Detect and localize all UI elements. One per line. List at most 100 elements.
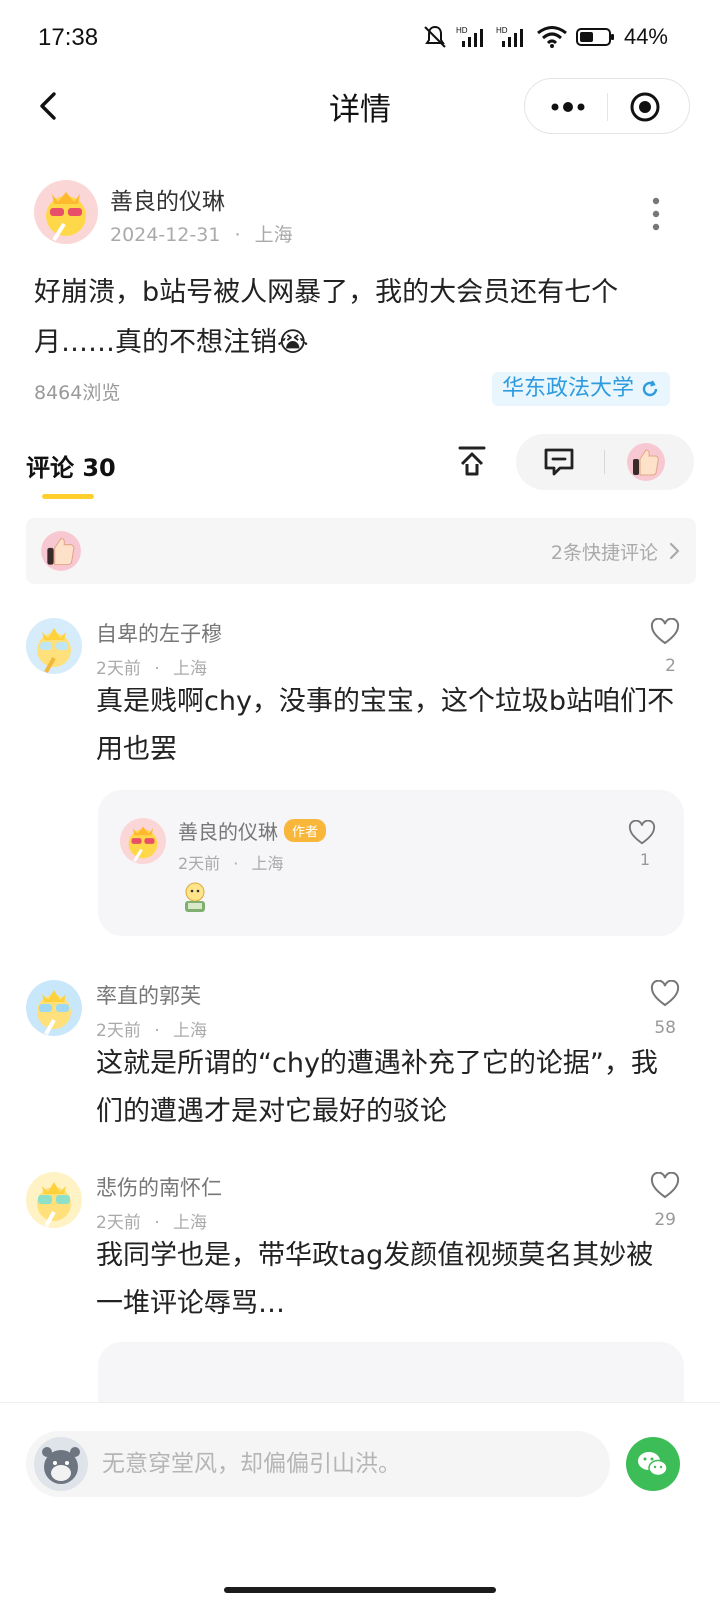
signal-icon: HD bbox=[456, 26, 483, 47]
share-button[interactable] bbox=[456, 444, 488, 478]
reply-like-button[interactable] bbox=[628, 819, 656, 846]
comment-item: 悲伤的南怀仁 2天前 · 上海 29 我同学也是，带华政tag发颜值视频莫名其妙… bbox=[0, 1171, 720, 1422]
avatar-icon bbox=[34, 1437, 88, 1491]
comment-meta: 2天前 · 上海 bbox=[96, 654, 207, 679]
commenter-name[interactable]: 自卑的左子穆 bbox=[96, 618, 222, 648]
action-pill bbox=[516, 434, 694, 490]
reply-location: 上海 bbox=[251, 854, 284, 873]
comment-bubble-icon bbox=[544, 448, 574, 476]
battery-percent: 44% bbox=[623, 24, 668, 49]
share-up-icon bbox=[458, 446, 486, 476]
commenter-avatar[interactable] bbox=[26, 1172, 82, 1228]
wifi-icon bbox=[537, 26, 567, 48]
comment-item: 率直的郭芙 2天前 · 上海 58 这就是所谓的“chy的遭遇补充了它的论据”，… bbox=[0, 979, 720, 1150]
like-post-button[interactable] bbox=[626, 442, 666, 482]
replier-name[interactable]: 善良的仪琳 bbox=[178, 816, 278, 845]
more-dots-icon bbox=[551, 102, 585, 112]
like-count: 58 bbox=[654, 1018, 676, 1038]
like-button[interactable] bbox=[650, 617, 680, 646]
author-badge: 作者 bbox=[284, 819, 327, 842]
wechat-share-button[interactable] bbox=[626, 1437, 680, 1491]
svg-text:HD: HD bbox=[496, 26, 508, 35]
reply-box: 善良的仪琳 作者 2天前 · 上海 1 bbox=[98, 790, 684, 936]
comment-time: 2天前 bbox=[96, 659, 141, 679]
commenter-name[interactable]: 率直的郭芙 bbox=[96, 980, 201, 1010]
my-avatar bbox=[34, 1437, 88, 1491]
avatar-icon bbox=[120, 818, 166, 864]
like-button[interactable] bbox=[650, 1171, 680, 1200]
comment-location: 上海 bbox=[173, 1213, 208, 1233]
vertical-dots-icon bbox=[652, 197, 660, 231]
school-tag[interactable]: 华东政法大学 bbox=[491, 372, 670, 406]
post-date: 2024-12-31 bbox=[110, 224, 221, 246]
replier-avatar[interactable] bbox=[120, 818, 166, 864]
like-button[interactable] bbox=[650, 979, 680, 1008]
comment-input-wrap bbox=[26, 1431, 610, 1497]
reply-time: 2天前 bbox=[178, 854, 221, 873]
heart-icon bbox=[628, 819, 656, 845]
post-meta: 2024-12-31 · 上海 bbox=[110, 220, 293, 247]
quick-comments-label: 2条快捷评论 bbox=[550, 542, 658, 564]
meta-separator: · bbox=[154, 1021, 160, 1041]
avatar-icon bbox=[26, 980, 82, 1036]
commenter-name[interactable]: 悲伤的南怀仁 bbox=[96, 1172, 222, 1202]
refresh-icon bbox=[642, 380, 658, 397]
post-author-name[interactable]: 善良的仪琳 bbox=[110, 182, 225, 216]
comment-location: 上海 bbox=[173, 1021, 208, 1041]
reply-like-count: 1 bbox=[639, 850, 650, 869]
comment-meta: 2天前 · 上海 bbox=[96, 1208, 207, 1233]
capsule-divider bbox=[607, 93, 608, 121]
svg-text:HD: HD bbox=[456, 26, 468, 35]
write-comment-button[interactable] bbox=[542, 446, 576, 478]
post-menu-button[interactable] bbox=[648, 196, 664, 232]
nav-bar: 详情 bbox=[0, 78, 720, 134]
signal-icon: HD bbox=[496, 26, 523, 47]
like-count: 29 bbox=[654, 1210, 676, 1230]
comment-body: 我同学也是，带华政tag发颜值视频莫名其妙被一堆评论辱骂… bbox=[96, 1240, 654, 1319]
home-indicator[interactable] bbox=[224, 1587, 496, 1593]
quick-comments-bar[interactable]: 2条快捷评论 bbox=[26, 518, 696, 584]
commenter-avatar[interactable] bbox=[26, 618, 82, 674]
comment-time: 2天前 bbox=[96, 1021, 141, 1041]
replier-name-row: 善良的仪琳 作者 bbox=[178, 816, 327, 845]
heart-icon bbox=[650, 979, 680, 1007]
post-views: 8464浏览 bbox=[34, 382, 121, 404]
comments-tab[interactable]: 评论 30 bbox=[26, 448, 116, 483]
heart-icon bbox=[650, 617, 680, 645]
mini-program-capsule bbox=[524, 78, 690, 134]
chevron-right-icon bbox=[668, 540, 682, 562]
avatar-icon bbox=[34, 180, 98, 244]
status-time: 17:38 bbox=[38, 24, 99, 51]
close-button[interactable] bbox=[629, 91, 661, 123]
avatar-icon bbox=[26, 618, 82, 674]
tab-indicator bbox=[42, 494, 94, 499]
post-body: 好崩溃，b站号被人网暴了，我的大会员还有七个月……真的不想注销😭 bbox=[34, 277, 619, 358]
sticker-icon bbox=[178, 880, 212, 914]
thumbs-up-icon bbox=[627, 443, 665, 481]
bottom-input-bar bbox=[0, 1402, 720, 1600]
more-button[interactable] bbox=[543, 91, 593, 123]
school-tag-label: 华东政法大学 bbox=[501, 376, 634, 401]
comment-body: 这就是所谓的“chy的遭遇补充了它的论据”，我们的遭遇才是对它最好的驳论 bbox=[96, 1048, 658, 1127]
mute-icon bbox=[424, 25, 446, 48]
post-location: 上海 bbox=[254, 224, 293, 246]
meta-separator: · bbox=[154, 659, 160, 679]
comment-time: 2天前 bbox=[96, 1213, 141, 1233]
post-author-avatar[interactable] bbox=[34, 180, 98, 244]
meta-separator: · bbox=[154, 1213, 160, 1233]
comment-item: 自卑的左子穆 2天前 · 上海 2 真是贱啊chy，没事的宝宝，这个垃圾b站咱们… bbox=[0, 617, 720, 948]
reply-meta: 2天前 · 上海 bbox=[178, 850, 283, 874]
status-icons: HD HD 44% bbox=[422, 24, 668, 50]
comment-input[interactable] bbox=[102, 1431, 592, 1497]
battery-icon bbox=[575, 28, 614, 46]
target-close-icon bbox=[630, 92, 660, 122]
like-count: 2 bbox=[665, 656, 676, 676]
comment-location: 上海 bbox=[173, 659, 208, 679]
avatar-icon bbox=[26, 1172, 82, 1228]
comment-body: 真是贱啊chy，没事的宝宝，这个垃圾b站咱们不用也罢 bbox=[96, 686, 675, 765]
heart-icon bbox=[650, 1171, 680, 1199]
comment-meta: 2天前 · 上海 bbox=[96, 1016, 207, 1041]
pill-divider bbox=[604, 450, 605, 474]
wechat-icon bbox=[638, 1452, 668, 1477]
commenter-avatar[interactable] bbox=[26, 980, 82, 1036]
